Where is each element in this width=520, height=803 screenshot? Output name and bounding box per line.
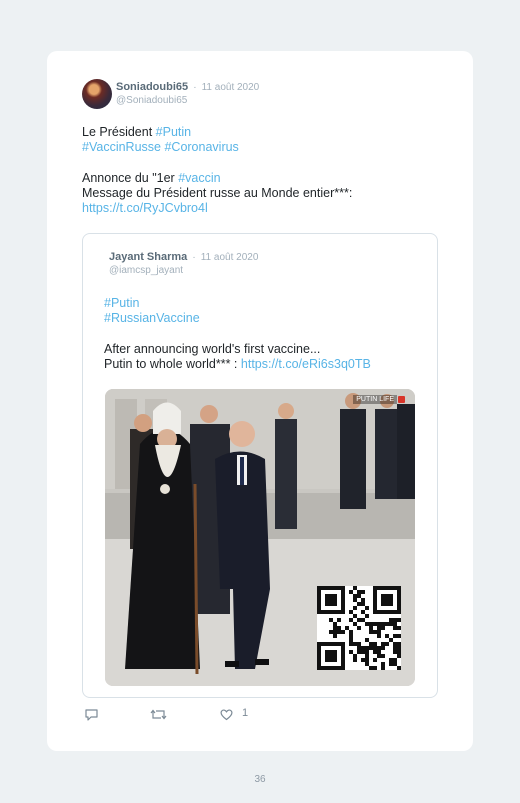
video-watermark: PUTIN LIFE: [353, 395, 397, 404]
retweet-button[interactable]: [150, 707, 167, 722]
author-name[interactable]: Soniadoubi65: [116, 81, 188, 93]
text-line: Le Président #Putin: [82, 125, 352, 140]
reply-button[interactable]: [84, 707, 99, 722]
text-line: https://t.co/RyJCvbro4l: [82, 201, 352, 216]
quoted-author-handle[interactable]: @iamcsp_jayant: [109, 265, 183, 276]
like-count: 1: [242, 707, 249, 719]
qr-code: [317, 586, 401, 670]
text-segment: Annonce du "1er: [82, 170, 179, 185]
hashtag-link[interactable]: #Coronavirus: [164, 140, 238, 154]
separator-dot: ·: [193, 82, 197, 93]
text-segment: Le Président: [82, 125, 156, 139]
text-line: [82, 155, 352, 170]
tweet-actions: 1: [82, 707, 442, 723]
text-line: #VaccinRusse #Coronavirus: [82, 140, 352, 155]
quoted-author-name[interactable]: Jayant Sharma: [109, 251, 187, 263]
hashtag-link[interactable]: #Putin: [104, 296, 139, 310]
text-line: #Putin: [104, 296, 371, 311]
tweet-card: Soniadoubi65 · 11 août 2020 @Soniadoubi6…: [47, 51, 473, 751]
hashtag-link[interactable]: #RussianVaccine: [104, 311, 200, 325]
author-handle[interactable]: @Soniadoubi65: [116, 95, 187, 106]
avatar[interactable]: [82, 79, 112, 109]
quoted-tweet[interactable]: Jayant Sharma · 11 août 2020 @iamcsp_jay…: [82, 233, 438, 698]
text-line: Annonce du "1er #vaccin: [82, 171, 352, 186]
tweet-text: Le Président #Putin #VaccinRusse #Coronav…: [82, 125, 352, 216]
hashtag-link[interactable]: #vaccin: [178, 171, 220, 185]
page-number: 36: [254, 774, 266, 785]
text-line: [104, 326, 371, 341]
like-button[interactable]: [219, 707, 234, 722]
quoted-tweet-date[interactable]: 11 août 2020: [201, 252, 259, 263]
hashtag-link[interactable]: #VaccinRusse: [82, 140, 161, 154]
text-segment: Putin to whole world*** :: [104, 356, 241, 371]
url-link[interactable]: https://t.co/eRi6s3q0TB: [241, 357, 371, 371]
separator-dot: ·: [192, 252, 196, 263]
text-line: After announcing world's first vaccine..…: [104, 342, 371, 357]
text-segment: Message du Président russe au Monde enti…: [82, 185, 353, 200]
text-line: #RussianVaccine: [104, 311, 371, 326]
quoted-tweet-text: #Putin #RussianVaccine After announcing wo…: [104, 296, 371, 372]
text-line: Putin to whole world*** : https://t.co/e…: [104, 357, 371, 372]
tweet-date[interactable]: 11 août 2020: [202, 82, 260, 93]
text-segment: After announcing world's first vaccine..…: [104, 341, 321, 356]
url-link[interactable]: https://t.co/RyJCvbro4l: [82, 201, 208, 215]
qr-code-pattern: [317, 586, 401, 670]
live-indicator: [398, 396, 405, 403]
reply-icon: [85, 709, 98, 721]
hashtag-link[interactable]: #Putin: [156, 125, 191, 139]
video-thumbnail[interactable]: PUTIN LIFE: [105, 389, 415, 686]
tweet-author-line: Soniadoubi65 · 11 août 2020: [116, 81, 259, 93]
retweet-icon: [150, 709, 167, 720]
quoted-author-line: Jayant Sharma · 11 août 2020: [109, 251, 258, 263]
heart-icon: [220, 709, 233, 721]
text-line: Message du Président russe au Monde enti…: [82, 186, 352, 201]
